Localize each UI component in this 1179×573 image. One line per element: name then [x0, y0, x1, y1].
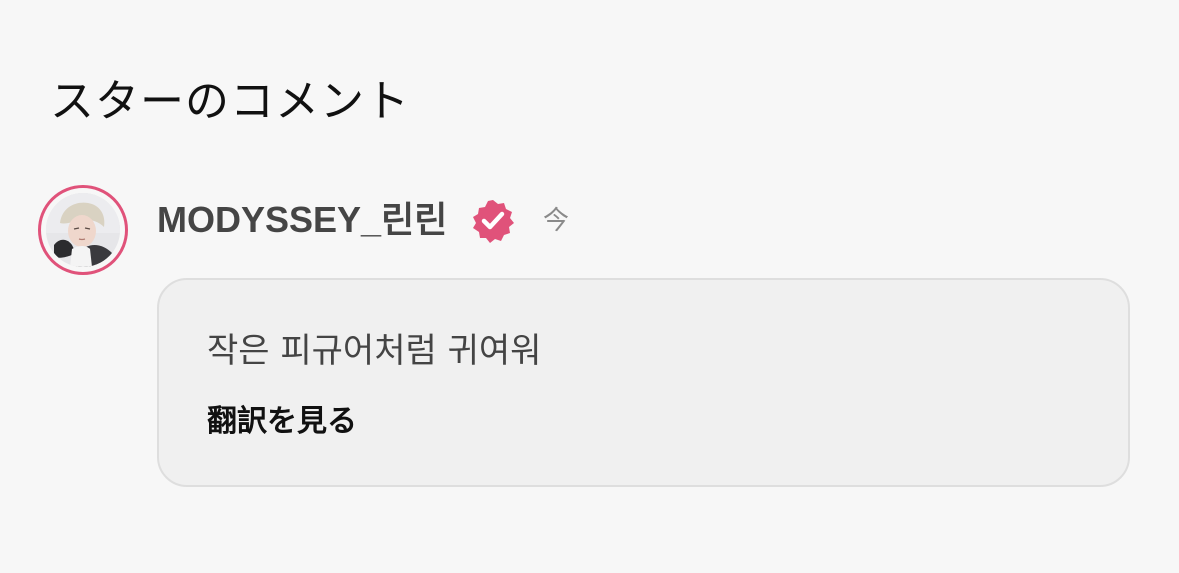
comment-time: 今 [543, 206, 570, 236]
avatar-photo [46, 193, 120, 267]
comment-bubble: 작은 피규어처럼 귀여워 翻訳を見る [157, 278, 1130, 487]
verified-badge-icon [470, 198, 516, 244]
section-title: スターのコメント [50, 76, 410, 127]
avatar[interactable] [38, 185, 128, 275]
author-name[interactable]: MODYSSEY_린린 [157, 196, 447, 244]
comment-text: 작은 피규어처럼 귀여워 [207, 331, 542, 371]
see-translation-button[interactable]: 翻訳を見る [207, 402, 357, 442]
